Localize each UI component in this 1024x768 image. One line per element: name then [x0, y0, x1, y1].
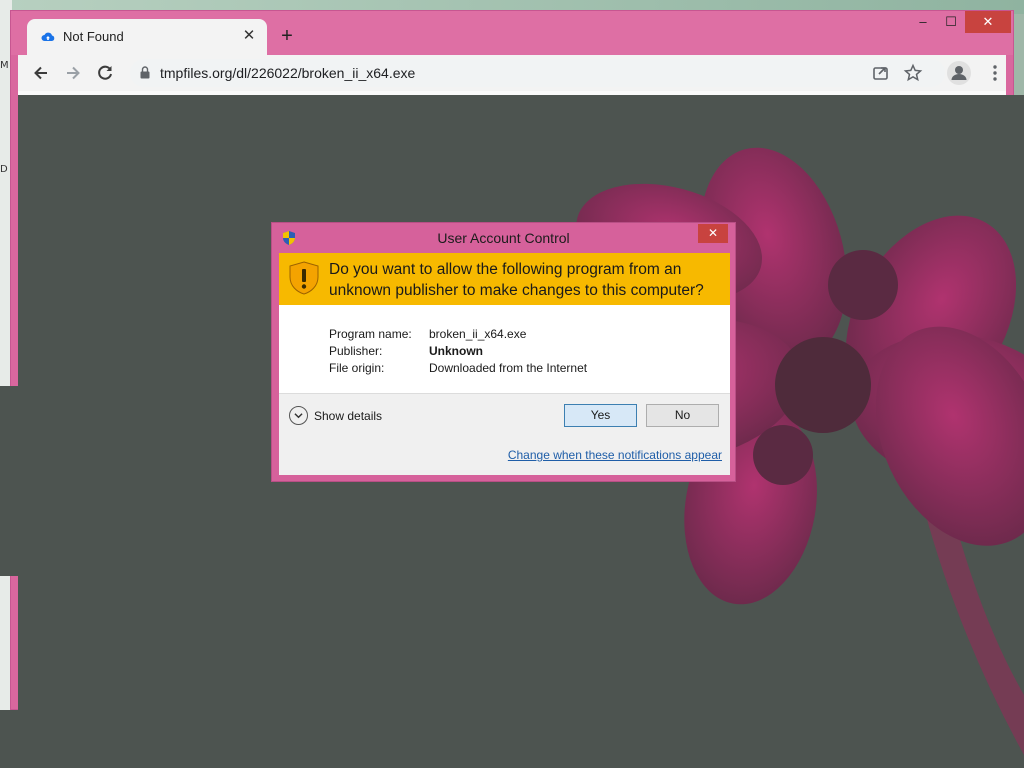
lock-icon[interactable] [140, 66, 150, 79]
no-button[interactable]: No [646, 404, 719, 427]
window-close-button[interactable]: ✕ [965, 11, 1011, 33]
uac-program-info: Program name: broken_ii_x64.exe Publishe… [279, 305, 730, 393]
publisher-value: Unknown [429, 344, 483, 358]
desktop-icon-label: D [0, 164, 8, 175]
dimmed-desktop-fragment [0, 710, 18, 768]
reload-icon[interactable] [94, 62, 116, 84]
browser-toolbar: tmpfiles.org/dl/226022/broken_ii_x64.exe [18, 55, 1006, 91]
back-arrow-icon[interactable] [30, 62, 52, 84]
url-text: tmpfiles.org/dl/226022/broken_ii_x64.exe [160, 65, 416, 81]
program-name-value: broken_ii_x64.exe [429, 327, 527, 341]
uac-dialog: User Account Control ✕ Do you want to al… [271, 222, 736, 482]
profile-avatar-icon[interactable] [947, 61, 971, 85]
tab-strip: Not Found ✕ + – ☐ ✕ [11, 11, 1013, 55]
publisher-label: Publisher: [329, 344, 383, 358]
file-origin-label: File origin: [329, 361, 385, 375]
uac-title: User Account Control [437, 230, 570, 246]
uac-titlebar[interactable]: User Account Control ✕ [272, 223, 735, 253]
new-tab-button[interactable]: + [277, 26, 297, 46]
chevron-down-icon[interactable] [289, 406, 308, 425]
minimize-button[interactable]: – [909, 11, 937, 33]
uac-footer: Show details Yes No Change when these no… [279, 393, 730, 475]
tab-close-icon[interactable]: ✕ [239, 26, 259, 46]
file-origin-value: Downloaded from the Internet [429, 361, 588, 375]
dimmed-desktop-fragment [0, 386, 18, 576]
desktop-icon-label: M [0, 60, 9, 71]
uac-close-button[interactable]: ✕ [698, 224, 728, 243]
show-details-label[interactable]: Show details [314, 409, 382, 423]
warning-shield-icon [289, 261, 319, 295]
forward-arrow-icon[interactable] [62, 62, 84, 84]
tab-title: Not Found [63, 29, 124, 44]
program-name-label: Program name: [329, 327, 412, 341]
star-icon[interactable] [902, 62, 924, 84]
share-icon[interactable] [870, 62, 892, 84]
maximize-button[interactable]: ☐ [937, 11, 965, 33]
yes-button[interactable]: Yes [564, 404, 637, 427]
kebab-menu-icon[interactable] [984, 62, 1006, 84]
address-bar[interactable]: tmpfiles.org/dl/226022/broken_ii_x64.exe [130, 59, 945, 87]
cloud-upload-icon [41, 32, 55, 41]
uac-question-text: Do you want to allow the following progr… [329, 261, 704, 299]
change-notifications-link[interactable]: Change when these notifications appear [508, 448, 722, 462]
tab-not-found[interactable]: Not Found ✕ [27, 19, 267, 55]
uac-warning-header: Do you want to allow the following progr… [279, 253, 730, 305]
